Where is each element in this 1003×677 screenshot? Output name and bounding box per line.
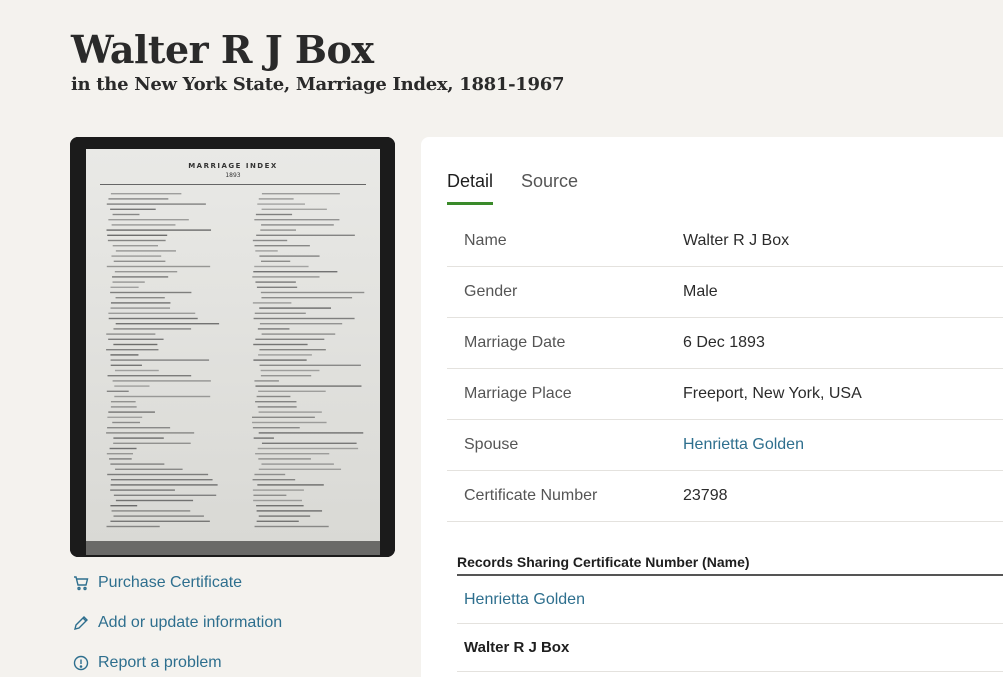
record-image-year: 1893 xyxy=(225,172,240,179)
report-problem-label: Report a problem xyxy=(98,654,222,671)
detail-value: 6 Dec 1893 xyxy=(683,334,765,351)
detail-label: Gender xyxy=(464,283,518,300)
cart-icon xyxy=(72,574,90,592)
detail-row-certificate-number: Certificate Number 23798 xyxy=(447,471,1003,522)
record-detail-panel: Detail Source Name Walter R J Box Gender… xyxy=(421,137,1003,677)
sharing-record-current: Walter R J Box xyxy=(457,624,1003,672)
detail-value: Walter R J Box xyxy=(683,232,790,249)
sharing-records-list: Henrietta Golden Walter R J Box xyxy=(457,576,1003,672)
sharing-record-link[interactable]: Henrietta Golden xyxy=(457,576,1003,624)
detail-label: Marriage Place xyxy=(464,385,572,402)
purchase-certificate-link[interactable]: Purchase Certificate xyxy=(72,570,282,596)
detail-row-name: Name Walter R J Box xyxy=(447,216,1003,267)
detail-row-marriage-date: Marriage Date 6 Dec 1893 xyxy=(447,318,1003,369)
tab-source[interactable]: Source xyxy=(521,171,578,205)
page-subtitle: in the New York State, Marriage Index, 1… xyxy=(71,74,565,95)
purchase-certificate-label: Purchase Certificate xyxy=(98,574,243,591)
detail-row-spouse: Spouse Henrietta Golden xyxy=(447,420,1003,471)
record-image-heading: MARRIAGE INDEX xyxy=(188,162,278,170)
add-update-information-link[interactable]: Add or update information xyxy=(72,610,282,636)
alert-circle-icon xyxy=(72,654,90,672)
report-problem-link[interactable]: Report a problem xyxy=(72,650,282,676)
tab-bar: Detail Source xyxy=(447,171,606,205)
sharing-records-heading: Records Sharing Certificate Number (Name… xyxy=(457,548,1003,576)
detail-row-marriage-place: Marriage Place Freeport, New York, USA xyxy=(447,369,1003,420)
page-header: Walter R J Box in the New York State, Ma… xyxy=(71,27,565,96)
spouse-link[interactable]: Henrietta Golden xyxy=(683,436,804,454)
detail-row-gender: Gender Male xyxy=(447,267,1003,318)
detail-label: Marriage Date xyxy=(464,334,566,351)
detail-value: 23798 xyxy=(683,487,728,504)
record-image-thumbnail[interactable]: MARRIAGE INDEX 1893 xyxy=(70,137,395,557)
detail-label: Spouse xyxy=(464,436,519,453)
add-update-information-label: Add or update information xyxy=(98,614,283,631)
pencil-icon xyxy=(72,614,90,632)
detail-label: Certificate Number xyxy=(464,487,598,504)
tab-detail[interactable]: Detail xyxy=(447,171,494,205)
detail-value: Male xyxy=(683,283,718,300)
detail-table: Name Walter R J Box Gender Male Marriage… xyxy=(447,216,1003,522)
record-actions: Purchase Certificate Add or update infor… xyxy=(72,570,282,677)
page-title: Walter R J Box xyxy=(71,27,374,72)
detail-value: Freeport, New York, USA xyxy=(683,385,862,402)
detail-label: Name xyxy=(464,232,507,249)
